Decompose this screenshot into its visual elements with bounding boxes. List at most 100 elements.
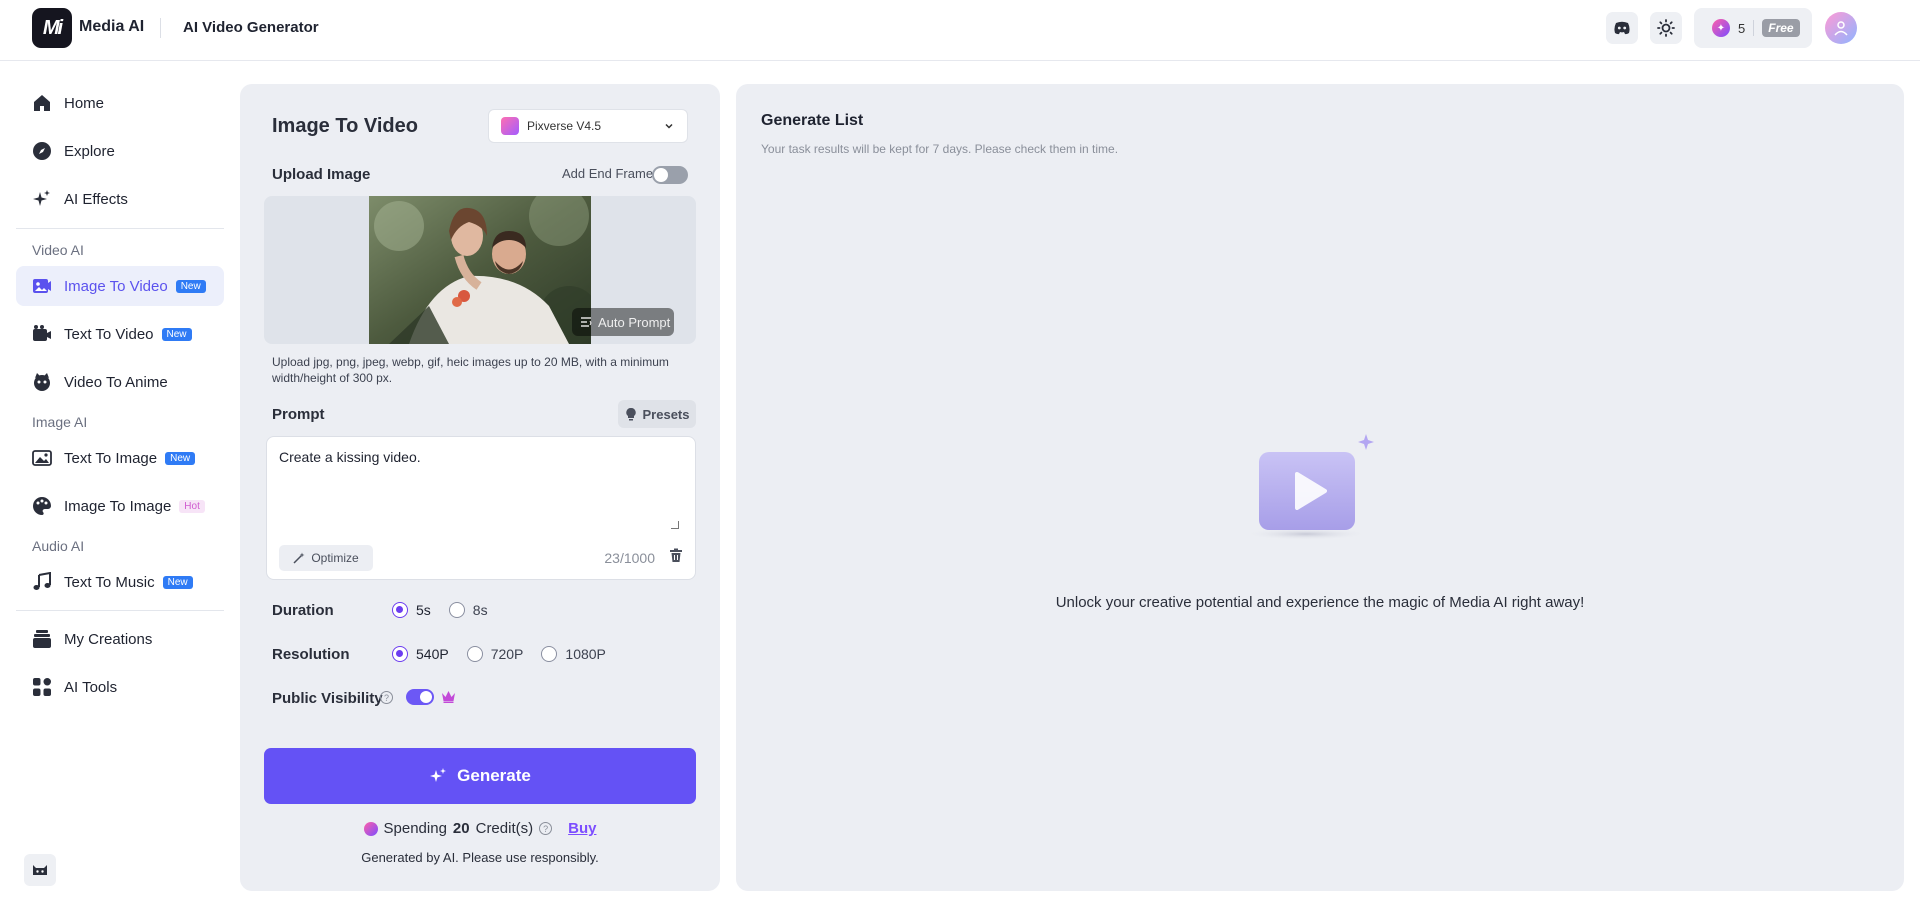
sidebar-divider [16, 228, 224, 229]
credit-divider [1753, 20, 1755, 36]
new-badge: New [165, 451, 196, 465]
compass-icon [32, 141, 52, 161]
sparkles-icon [32, 189, 52, 209]
form-title: Image To Video [272, 115, 418, 137]
generate-label: Generate [457, 766, 531, 785]
prompt-textarea[interactable]: Create a kissing video. Optimize 23/1000 [266, 436, 696, 580]
model-logo-icon [501, 117, 519, 135]
sidebar-item-text-to-image[interactable]: Text To Image New [16, 438, 224, 478]
resolution-radio-group: 540P 720P 1080P [392, 646, 614, 662]
sidebar-item-label: Video To Anime [64, 373, 168, 391]
sidebar-item-ai-effects[interactable]: AI Effects [16, 179, 224, 219]
sidebar-item-label: AI Tools [64, 678, 118, 696]
help-icon[interactable]: ? [380, 691, 393, 704]
theme-toggle-button[interactable] [1650, 12, 1682, 44]
optimize-label: Optimize [311, 551, 359, 565]
prompt-text: Create a kissing video. [279, 449, 421, 465]
spending-suffix: Credit(s) [475, 820, 534, 837]
section-label-video-ai: Video AI [32, 242, 84, 258]
sidebar-item-home[interactable]: Home [16, 83, 224, 123]
discord-icon [1614, 21, 1630, 35]
sidebar: Home Explore AI Effects Video AI Image T… [0, 61, 240, 913]
new-badge: New [175, 279, 206, 293]
sidebar-item-explore[interactable]: Explore [16, 131, 224, 171]
credits-widget[interactable]: ✦ 5 Free [1694, 8, 1812, 48]
hot-badge: Hot [179, 499, 205, 513]
radio-unselected[interactable] [448, 602, 465, 618]
trash-icon[interactable] [669, 548, 683, 563]
image-upload-area[interactable]: Auto Prompt [264, 196, 696, 344]
ai-disclaimer: Generated by AI. Please use responsibly. [361, 850, 599, 865]
sidebar-item-text-to-music[interactable]: Text To Music New [16, 562, 224, 602]
music-note-icon [32, 572, 52, 592]
resize-handle[interactable] [671, 521, 679, 529]
page-title: AI Video Generator [183, 19, 319, 36]
resolution-option-540p[interactable]: 540P [392, 646, 449, 662]
robot-helper-button[interactable] [24, 854, 56, 886]
optimize-button[interactable]: Optimize [279, 545, 373, 571]
resolution-option-1080p[interactable]: 1080P [541, 646, 606, 662]
crown-icon [442, 691, 455, 703]
section-label-audio-ai: Audio AI [32, 538, 85, 554]
plan-badge: Free [1762, 19, 1800, 37]
sidebar-item-label: Text To Image [64, 449, 158, 467]
buy-link[interactable]: Buy [568, 820, 596, 837]
anime-face-icon [32, 372, 52, 392]
home-icon [32, 93, 52, 113]
generate-list-panel: Generate List Your task results will be … [736, 84, 1904, 891]
radio-label: 720P [490, 646, 524, 662]
presets-button[interactable]: Presets [618, 400, 696, 428]
empty-state-text: Unlock your creative potential and exper… [1055, 594, 1585, 611]
sidebar-item-label: Image To Video [64, 277, 168, 295]
help-icon[interactable]: ? [539, 822, 553, 835]
app-logo[interactable]: Mi [32, 8, 72, 48]
radio-unselected[interactable] [541, 646, 558, 662]
discord-button[interactable] [1606, 12, 1638, 44]
sparkles-icon [430, 768, 447, 782]
resolution-option-720p[interactable]: 720P [466, 646, 524, 662]
credit-star-icon: ✦ [1712, 19, 1730, 37]
sidebar-item-video-to-anime[interactable]: Video To Anime [16, 362, 224, 402]
generate-button[interactable]: Generate [264, 748, 696, 804]
credit-coin-icon [363, 821, 378, 836]
grid-icon [32, 677, 52, 697]
credit-count: 5 [1738, 20, 1746, 36]
radio-selected[interactable] [392, 602, 408, 618]
auto-prompt-button[interactable]: Auto Prompt [572, 308, 674, 336]
presets-label: Presets [642, 406, 690, 422]
uploaded-photo [369, 196, 591, 344]
radio-label: 5s [416, 602, 431, 618]
add-end-frame-toggle[interactable] [652, 166, 688, 184]
sidebar-item-label: Explore [64, 142, 115, 160]
image-text-icon [32, 448, 52, 468]
duration-option-5s[interactable]: 5s [392, 602, 431, 618]
duration-option-8s[interactable]: 8s [448, 602, 488, 618]
new-badge: New [161, 327, 192, 341]
radio-unselected[interactable] [466, 646, 483, 662]
video-placeholder-icon [1244, 434, 1374, 540]
sidebar-item-image-to-video[interactable]: Image To Video New [16, 266, 224, 306]
image-to-video-form: Image To Video Pixverse V4.5 Upload Imag… [240, 84, 720, 891]
header-divider [160, 18, 161, 38]
app-name: Media AI [79, 18, 145, 35]
toggle-knob [654, 168, 668, 182]
user-avatar[interactable] [1825, 12, 1857, 44]
public-visibility-label: Public Visibility [272, 690, 383, 707]
model-select[interactable]: Pixverse V4.5 [488, 109, 688, 143]
chevron-down-icon [665, 123, 673, 129]
sidebar-item-text-to-video[interactable]: Text To Video New [16, 314, 224, 354]
toggle-knob [420, 691, 432, 703]
image-video-icon [32, 276, 52, 296]
radio-selected[interactable] [392, 646, 408, 662]
lightbulb-icon [625, 407, 636, 421]
sidebar-item-my-creations[interactable]: My Creations [16, 619, 224, 659]
new-badge: New [162, 575, 193, 589]
public-visibility-toggle[interactable] [406, 689, 434, 705]
radio-label: 8s [472, 602, 488, 618]
sun-icon [1657, 19, 1675, 37]
sidebar-item-ai-tools[interactable]: AI Tools [16, 667, 224, 707]
sidebar-item-label: My Creations [64, 630, 153, 648]
spending-info: Spending 20 Credit(s) ? Buy [240, 820, 720, 837]
sidebar-item-image-to-image[interactable]: Image To Image Hot [16, 486, 224, 526]
sidebar-item-label: Text To Music [64, 573, 155, 591]
